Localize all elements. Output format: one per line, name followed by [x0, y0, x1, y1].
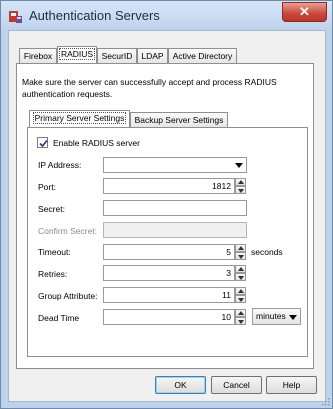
timeout-up-arrow-icon[interactable]: [235, 244, 246, 252]
chevron-down-icon: [235, 163, 243, 168]
timeout-label: Timeout:: [38, 247, 71, 257]
retries-up-arrow-icon[interactable]: [235, 265, 246, 273]
close-icon: ✕: [299, 4, 310, 19]
ip-address-label: IP Address:: [38, 160, 82, 170]
timeout-field[interactable]: 5: [103, 244, 235, 260]
authentication-servers-app-icon: [9, 11, 22, 23]
secret-label: Secret:: [38, 204, 65, 214]
enable-radius-checkbox[interactable]: [37, 137, 48, 148]
authentication-servers-window: Authentication Servers ✕ Firebox RADIUS …: [0, 0, 333, 409]
tab-firebox[interactable]: Firebox: [19, 48, 57, 63]
port-stepper[interactable]: [235, 178, 246, 194]
dead-time-unit-select[interactable]: minutes: [252, 308, 301, 325]
retries-stepper[interactable]: [235, 265, 246, 281]
retries-down-arrow-icon[interactable]: [235, 273, 246, 281]
tab-securid[interactable]: SecurID: [97, 48, 137, 63]
chevron-down-icon: [289, 315, 297, 320]
retries-label: Retries:: [38, 269, 68, 279]
timeout-down-arrow-icon[interactable]: [235, 252, 246, 260]
description-text: Make sure the server can successfully ac…: [22, 77, 277, 99]
checkmark-icon: [39, 139, 48, 148]
retries-field[interactable]: 3: [103, 265, 235, 281]
window-title: Authentication Servers: [29, 8, 160, 23]
timeout-stepper[interactable]: [235, 244, 246, 260]
group-attribute-field[interactable]: 11: [103, 287, 235, 303]
port-up-arrow-icon[interactable]: [235, 178, 246, 186]
resize-grip-icon[interactable]: [321, 397, 330, 406]
cancel-button[interactable]: Cancel: [211, 376, 262, 394]
group-attribute-label: Group Attribute:: [38, 291, 98, 301]
tab-radius[interactable]: RADIUS: [57, 46, 97, 63]
enable-radius-label: Enable RADIUS server: [53, 138, 140, 148]
close-button[interactable]: ✕: [282, 2, 327, 22]
tab-radius-label: RADIUS: [58, 48, 96, 60]
dead-time-label: Dead Time: [38, 313, 80, 323]
group-attribute-stepper[interactable]: [235, 287, 246, 303]
dead-time-stepper[interactable]: [235, 309, 246, 325]
group-attribute-up-arrow-icon[interactable]: [235, 287, 246, 295]
dead-time-up-arrow-icon[interactable]: [235, 309, 246, 317]
tab-backup-server-settings[interactable]: Backup Server Settings: [130, 112, 228, 127]
tab-active-directory[interactable]: Active Directory: [168, 48, 237, 63]
confirm-secret-label: Confirm Secret:: [38, 226, 98, 236]
help-button[interactable]: Help: [266, 376, 317, 394]
port-label: Port:: [38, 182, 56, 192]
tab-primary-server-settings-label: Primary Server Settings: [32, 112, 127, 124]
ok-button[interactable]: OK: [155, 376, 206, 394]
dead-time-down-arrow-icon[interactable]: [235, 317, 246, 325]
dead-time-unit-value: minutes: [256, 311, 286, 321]
tab-primary-server-settings[interactable]: Primary Server Settings: [29, 110, 130, 127]
port-field[interactable]: 1812: [103, 178, 235, 194]
timeout-unit: seconds: [251, 247, 283, 257]
secret-field[interactable]: [103, 200, 247, 216]
ip-address-select[interactable]: [103, 157, 247, 173]
title-bar[interactable]: Authentication Servers ✕: [1, 1, 332, 28]
port-down-arrow-icon[interactable]: [235, 186, 246, 194]
tab-ldap[interactable]: LDAP: [137, 48, 168, 63]
group-attribute-down-arrow-icon[interactable]: [235, 295, 246, 303]
confirm-secret-field[interactable]: [103, 222, 247, 238]
dead-time-field[interactable]: 10: [103, 309, 235, 325]
